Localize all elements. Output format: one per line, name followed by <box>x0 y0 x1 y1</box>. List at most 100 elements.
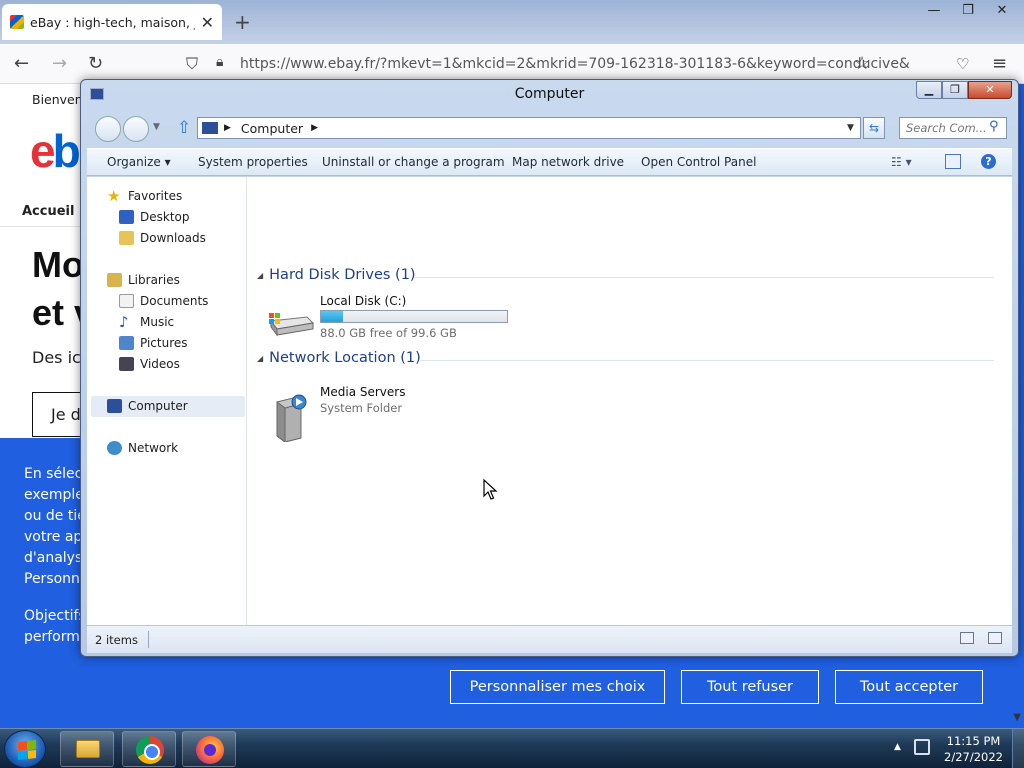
refuse-all-button[interactable]: Tout refuser <box>681 670 819 704</box>
open-control-panel-button[interactable]: Open Control Panel <box>641 155 756 169</box>
browser-tab-ebay[interactable]: eBay : high-tech, maison, jardin ✕ <box>2 4 222 40</box>
group-header-hard-disk[interactable]: ◢ Hard Disk Drives (1) <box>257 267 416 283</box>
status-item-count: 2 items <box>95 633 138 647</box>
window-controls: ▁ ❐ ✕ <box>916 81 1012 99</box>
star-icon: ★ <box>107 187 121 205</box>
videos-icon <box>119 357 134 371</box>
system-properties-button[interactable]: System properties <box>198 155 308 169</box>
breadcrumb-chevron-icon[interactable]: ▶ <box>224 123 231 133</box>
taskbar-explorer-button[interactable] <box>60 731 114 767</box>
nav-favorites[interactable]: ★ Favorites <box>107 187 182 205</box>
chrome-icon <box>136 736 164 764</box>
minimize-button[interactable]: ▁ <box>916 81 942 99</box>
hard-drive-icon[interactable] <box>267 307 315 337</box>
pocket-icon[interactable]: ♡ <box>956 55 969 73</box>
browser-close-button[interactable]: ✕ <box>988 2 1016 20</box>
browser-window-controls: — ❐ ✕ <box>920 2 1016 20</box>
tracking-shield-icon[interactable]: ⛉ <box>186 54 198 74</box>
folder-icon <box>76 740 100 758</box>
url-bar[interactable]: https://www.ebay.fr/?mkevt=1&mkcid=2&mkr… <box>240 56 910 72</box>
command-bar: Organize ▾ System properties Uninstall o… <box>87 148 1012 176</box>
nav-computer[interactable]: Computer <box>107 399 188 413</box>
accept-all-button[interactable]: Tout accepter <box>835 670 983 704</box>
ebay-logo[interactable]: eb <box>30 124 81 178</box>
show-desktop-button[interactable] <box>1012 729 1024 768</box>
start-button[interactable] <box>4 730 46 768</box>
browser-minimize-button[interactable]: — <box>920 2 948 20</box>
group-header-network-location[interactable]: ◢ Network Location (1) <box>257 350 421 366</box>
clock-date: 2/27/2022 <box>944 750 1003 764</box>
back-button[interactable] <box>95 116 121 142</box>
map-network-drive-button[interactable]: Map network drive <box>512 155 624 169</box>
lock-icon[interactable]: 🔒︎ <box>216 54 223 70</box>
collapse-triangle-icon: ◢ <box>257 270 264 280</box>
ebay-nav-home[interactable]: Accueil <box>22 204 74 219</box>
network-icon <box>107 441 122 455</box>
nav-libraries[interactable]: Libraries <box>107 273 180 287</box>
ebay-subline: Des ic <box>32 348 81 367</box>
refresh-button[interactable]: ⇆ <box>863 117 885 139</box>
windows-logo-icon <box>18 740 36 760</box>
documents-icon <box>119 294 134 308</box>
breadcrumb-chevron-icon[interactable]: ▶ <box>311 123 318 133</box>
taskbar-chrome-button[interactable] <box>122 731 176 767</box>
address-dropdown-icon[interactable]: ▼ <box>847 123 854 133</box>
breadcrumb-computer[interactable]: Computer <box>241 121 303 136</box>
drive-usage-bar <box>320 310 508 323</box>
pictures-icon <box>119 336 134 350</box>
nav-pictures[interactable]: Pictures <box>119 336 188 350</box>
organize-menu[interactable]: Organize ▾ <box>107 155 171 169</box>
network-item-type: System Folder <box>320 401 403 415</box>
desktop-icon <box>119 210 134 224</box>
close-button[interactable]: ✕ <box>968 81 1012 99</box>
forward-button[interactable] <box>123 116 149 142</box>
nav-downloads[interactable]: Downloads <box>119 231 206 245</box>
nav-videos[interactable]: Videos <box>119 357 180 371</box>
customize-choices-button[interactable]: Personnaliser mes choix <box>450 670 665 704</box>
group-divider <box>414 277 994 278</box>
music-icon: ♪ <box>119 313 129 331</box>
menu-icon[interactable]: ≡ <box>992 53 1007 74</box>
reload-icon[interactable]: ↻ <box>88 53 103 74</box>
cookie-text-2: Objectifs performa <box>24 608 89 645</box>
maximize-button[interactable]: ❐ <box>942 81 968 99</box>
nav-documents[interactable]: Documents <box>119 294 208 308</box>
drive-name[interactable]: Local Disk (C:) <box>320 294 406 308</box>
scroll-down-arrow-icon[interactable]: ▼ <box>1013 712 1021 723</box>
browser-maximize-button[interactable]: ❐ <box>954 2 982 20</box>
help-icon[interactable]: ? <box>981 154 996 169</box>
ebay-headline-1: Mo <box>32 244 84 285</box>
status-view-buttons <box>960 632 1002 644</box>
search-icon[interactable]: ⚲ <box>989 119 999 134</box>
system-clock[interactable]: 11:15 PM 2/27/2022 <box>944 733 1003 765</box>
uninstall-program-button[interactable]: Uninstall or change a program <box>322 155 505 169</box>
address-bar[interactable]: ▶ Computer ▶ <box>197 117 861 139</box>
explorer-body: ★ Favorites Desktop Downloads Libraries … <box>87 177 1012 625</box>
back-arrow-icon[interactable]: ← <box>14 53 29 74</box>
bookmark-star-icon[interactable]: ☆ <box>854 53 870 74</box>
firefox-icon <box>196 736 224 764</box>
network-item-name[interactable]: Media Servers <box>320 385 405 399</box>
large-icons-view-icon[interactable] <box>988 632 1002 644</box>
preview-pane-icon[interactable] <box>945 154 961 169</box>
new-tab-button[interactable]: + <box>234 10 251 34</box>
details-view-icon[interactable] <box>960 632 974 644</box>
nav-desktop[interactable]: Desktop <box>119 210 190 224</box>
nav-music[interactable]: ♪ Music <box>119 313 174 331</box>
nav-network[interactable]: Network <box>107 441 178 455</box>
media-server-icon[interactable] <box>273 394 309 442</box>
explorer-window: Computer ▁ ❐ ✕ ▼ ⇧ ▶ Computer ▶ ▼ ⇆ Sear… <box>80 79 1019 657</box>
libraries-icon <box>107 273 122 287</box>
group-divider <box>420 360 994 361</box>
up-arrow-icon[interactable]: ⇧ <box>177 118 191 138</box>
show-hidden-icons-icon[interactable]: ▲ <box>894 742 901 752</box>
tab-close-icon[interactable]: ✕ <box>201 13 214 32</box>
forward-arrow-icon[interactable]: → <box>52 53 67 74</box>
change-view-icon[interactable]: ☷ ▾ <box>891 155 912 169</box>
network-tray-icon[interactable] <box>914 739 930 755</box>
collapse-triangle-icon: ◢ <box>257 353 264 363</box>
taskbar-firefox-button[interactable] <box>182 731 236 767</box>
browser-tab-bar: eBay : high-tech, maison, jardin ✕ + — ❐… <box>0 0 1024 44</box>
clock-time: 11:15 PM <box>946 734 1001 748</box>
recent-pages-chevron-icon[interactable]: ▼ <box>153 122 160 132</box>
